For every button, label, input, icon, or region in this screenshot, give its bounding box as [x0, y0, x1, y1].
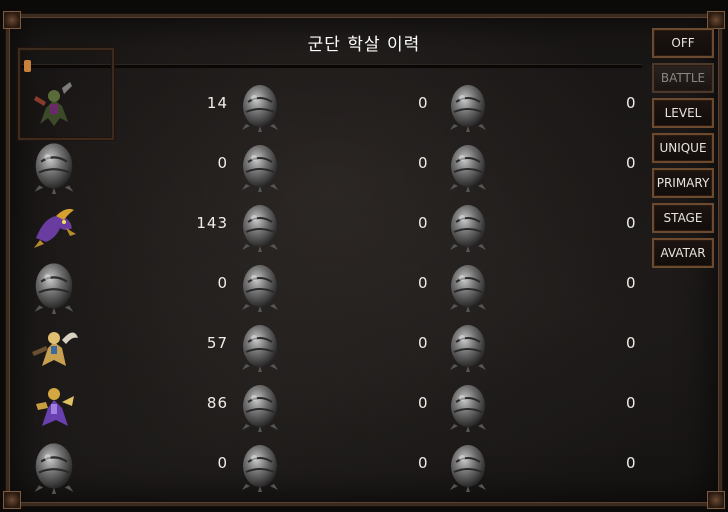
tab-level[interactable]: LEVEL: [652, 98, 714, 128]
egg-icon: [26, 138, 82, 194]
gold-knight-icon: [26, 318, 82, 374]
egg-icon: [238, 440, 282, 492]
title-divider: [22, 64, 642, 68]
egg-icon: [238, 320, 282, 372]
kill-count-1: 143: [196, 214, 228, 232]
kill-count-1: 86: [206, 394, 228, 412]
egg-icon: [238, 260, 282, 312]
kill-row[interactable]: 143 0 0: [0, 198, 660, 258]
egg-icon: [446, 140, 490, 192]
tab-battle[interactable]: BATTLE: [652, 63, 714, 93]
kill-count-1: 57: [206, 334, 228, 352]
hero-warrior-icon: [26, 78, 82, 134]
kill-count-3: 0: [626, 454, 637, 472]
egg-icon: [26, 438, 82, 494]
tab-unique[interactable]: UNIQUE: [652, 133, 714, 163]
tab-avatar[interactable]: AVATAR: [652, 238, 714, 268]
egg-icon: [446, 440, 490, 492]
kill-count-3: 0: [626, 94, 637, 112]
kill-count-3: 0: [626, 154, 637, 172]
kill-count-1: 0: [217, 454, 228, 472]
purple-creature-icon: [26, 198, 82, 254]
kill-row[interactable]: 14 0 0: [0, 78, 660, 138]
egg-icon: [446, 380, 490, 432]
kill-count-2: 0: [418, 274, 429, 292]
egg-icon: [26, 258, 82, 314]
kill-count-2: 0: [418, 394, 429, 412]
egg-icon: [446, 200, 490, 252]
egg-icon: [238, 200, 282, 252]
kill-count-1: 0: [217, 154, 228, 172]
kill-row[interactable]: 86 0 0: [0, 378, 660, 438]
egg-icon: [446, 260, 490, 312]
kill-row[interactable]: 0 0 0: [0, 138, 660, 198]
kill-row[interactable]: 0 0 0: [0, 258, 660, 318]
kill-count-3: 0: [626, 334, 637, 352]
kill-count-3: 0: [626, 394, 637, 412]
egg-icon: [238, 140, 282, 192]
kill-row[interactable]: 0 0 0: [0, 438, 660, 498]
purple-knight-icon: [26, 378, 82, 434]
tab-off[interactable]: OFF: [652, 28, 714, 58]
corner-ornament: [3, 11, 21, 29]
egg-icon: [238, 380, 282, 432]
kill-row[interactable]: 57 0 0: [0, 318, 660, 378]
scroll-marker[interactable]: [24, 60, 31, 72]
tab-primary[interactable]: PRIMARY: [652, 168, 714, 198]
kill-count-2: 0: [418, 214, 429, 232]
kill-count-2: 0: [418, 94, 429, 112]
egg-icon: [446, 320, 490, 372]
kill-count-2: 0: [418, 334, 429, 352]
kill-count-1: 0: [217, 274, 228, 292]
kill-count-2: 0: [418, 154, 429, 172]
kill-count-1: 14: [206, 94, 228, 112]
corner-ornament: [707, 11, 725, 29]
egg-icon: [446, 80, 490, 132]
kill-count-3: 0: [626, 274, 637, 292]
tab-stage[interactable]: STAGE: [652, 203, 714, 233]
corner-ornament: [707, 491, 725, 509]
kill-count-3: 0: [626, 214, 637, 232]
kill-count-2: 0: [418, 454, 429, 472]
egg-icon: [238, 80, 282, 132]
